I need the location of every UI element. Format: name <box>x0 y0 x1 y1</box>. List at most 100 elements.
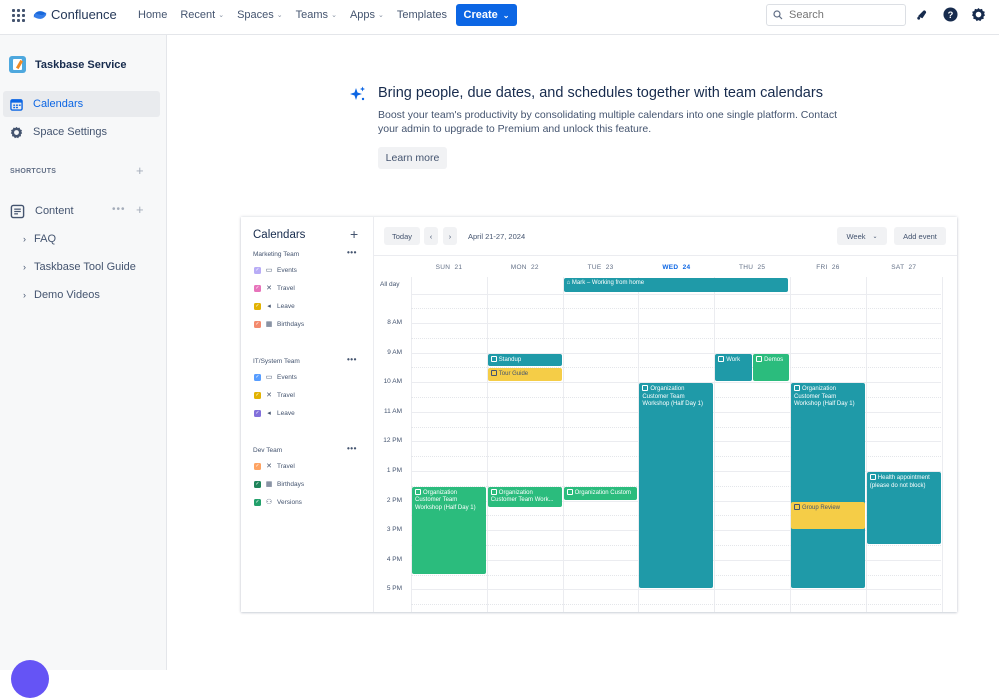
calendar-toggle-row[interactable]: ✓ ⚇ Versions <box>254 498 302 506</box>
space-logo-icon <box>9 56 26 73</box>
calendar-event[interactable]: Organization Customer Team Workshop (Hal… <box>639 383 714 589</box>
space-sidebar: Taskbase Service Calendars Space Setting… <box>0 35 167 670</box>
calendar-checkbox[interactable]: ✓ <box>254 302 261 310</box>
time-label: 9 AM <box>387 348 402 356</box>
calendar-toggle-row[interactable]: ✓ ✕ Travel <box>254 391 295 399</box>
settings-gear-icon[interactable] <box>970 6 986 22</box>
calendar-event[interactable]: Health appointment (please do not block) <box>866 472 941 544</box>
event-title: Organization Customer Team Work... <box>490 489 554 504</box>
view-select[interactable]: Week ⌄ <box>837 227 887 245</box>
calendar-checkbox[interactable]: ✓ <box>254 266 261 274</box>
day-column-divider <box>865 277 867 612</box>
search-input[interactable] <box>789 9 899 21</box>
chevron-right-icon[interactable]: › <box>23 262 26 272</box>
event-title: Organization Customer Team Workshop (Hal… <box>642 386 703 408</box>
day-column-divider <box>941 277 943 612</box>
calendar-grid[interactable]: ⌂ Mark – Working from home Standup Tour Gu… <box>411 277 943 612</box>
calendar-event[interactable]: Standup <box>487 353 562 367</box>
time-label: 4 PM <box>386 555 402 563</box>
calendar-toggle-row[interactable]: ✓ ▭ Events <box>254 373 297 381</box>
chevron-down-icon: ⌄ <box>331 12 337 19</box>
day-header[interactable]: TUE 23 <box>563 264 639 271</box>
calendar-toggle-row[interactable]: ✓ ▦ Birthdays <box>254 320 304 328</box>
nav-item-label: Home <box>138 9 168 21</box>
calendar-checkbox[interactable]: ✓ <box>254 373 261 381</box>
day-header[interactable]: SAT 27 <box>866 264 942 271</box>
day-header[interactable]: MON 22 <box>487 264 563 271</box>
confluence-logo[interactable]: Confluence <box>33 7 117 22</box>
event-title: Organization Custom <box>574 489 631 496</box>
add-calendar-plus-icon[interactable]: + <box>350 226 358 242</box>
event-calendar-icon <box>490 355 497 362</box>
calendar-checkbox[interactable]: ✓ <box>254 462 261 470</box>
tree-item-faq[interactable]: › FAQ <box>23 233 56 245</box>
content-page-icon <box>10 204 25 218</box>
nav-item-teams[interactable]: Teams ⌄ <box>296 9 337 21</box>
floating-help-avatar[interactable] <box>11 660 49 698</box>
calendar-toggle-row[interactable]: ✓ ✕ Travel <box>254 462 295 470</box>
more-options-icon[interactable]: ••• <box>112 204 126 215</box>
calendar-event[interactable]: Organization Custom <box>563 486 638 500</box>
event-title: Demos <box>764 356 784 363</box>
group-more-options-icon[interactable]: ••• <box>347 355 357 364</box>
calendar-event[interactable]: Organization Customer Team Workshop (Hal… <box>412 486 486 574</box>
chevron-down-icon: ⌄ <box>378 12 384 19</box>
tree-item-taskbase-tool-guide[interactable]: › Taskbase Tool Guide <box>23 261 136 273</box>
gear-icon <box>10 126 23 138</box>
day-header[interactable]: FRI 26 <box>790 264 866 271</box>
previous-week-button[interactable]: ‹ <box>424 227 438 245</box>
calendar-event[interactable]: Work <box>715 353 753 382</box>
hour-line <box>411 323 941 324</box>
create-button[interactable]: Create ⌄ <box>456 4 517 26</box>
day-header[interactable]: THU 25 <box>714 264 790 271</box>
notifications-bell-icon[interactable] <box>913 6 929 22</box>
calendar-event[interactable]: Demos <box>753 353 789 382</box>
chevron-right-icon[interactable]: › <box>23 234 26 244</box>
calendar-checkbox[interactable]: ✓ <box>254 320 261 328</box>
calendar-event[interactable]: Organization Customer Team Work... <box>487 486 562 507</box>
learn-more-button[interactable]: Learn more <box>378 147 447 169</box>
add-content-plus-icon[interactable]: + <box>136 202 144 217</box>
time-label: 5 PM <box>386 585 402 593</box>
day-header[interactable]: WED 24 <box>638 264 714 271</box>
nav-item-recent[interactable]: Recent ⌄ <box>180 9 224 21</box>
calendar-event[interactable]: Organization Customer Team Workshop (Hal… <box>791 383 865 589</box>
event-title: Standup <box>498 356 522 363</box>
calendar-name: Events <box>277 373 297 381</box>
sidebar-item-calendars[interactable]: Calendars <box>3 91 160 117</box>
calendar-toggle-row[interactable]: ✓ ◂ Leave <box>254 302 295 310</box>
calendar-event[interactable]: Group Review <box>791 501 865 530</box>
group-more-options-icon[interactable]: ••• <box>347 248 357 257</box>
calendar-event[interactable]: Tour Guide <box>487 368 562 382</box>
nav-item-templates[interactable]: Templates <box>397 9 447 21</box>
calendar-toggle-row[interactable]: ✓ ▭ Events <box>254 266 297 274</box>
search-box[interactable] <box>766 4 906 26</box>
calendar-checkbox[interactable]: ✓ <box>254 480 261 488</box>
space-header[interactable]: Taskbase Service <box>9 56 127 73</box>
add-shortcut-plus-icon[interactable]: + <box>136 163 144 178</box>
nav-item-home[interactable]: Home <box>138 9 167 21</box>
today-button[interactable]: Today <box>384 227 420 245</box>
sidebar-item-space-settings[interactable]: Space Settings <box>3 119 160 145</box>
calendar-name: Travel <box>277 284 295 292</box>
calendar-checkbox[interactable]: ✓ <box>254 409 261 417</box>
day-header[interactable]: SUN 21 <box>411 264 487 271</box>
next-week-button[interactable]: › <box>443 227 457 245</box>
chevron-down-icon: ⌄ <box>872 233 878 240</box>
calendar-checkbox[interactable]: ✓ <box>254 498 261 506</box>
nav-item-spaces[interactable]: Spaces ⌄ <box>237 9 283 21</box>
all-day-event[interactable]: ⌂ Mark – Working from home <box>563 278 789 292</box>
chevron-right-icon[interactable]: › <box>23 290 26 300</box>
calendar-toggle-row[interactable]: ✓ ✕ Travel <box>254 284 295 292</box>
calendar-checkbox[interactable]: ✓ <box>254 284 261 292</box>
group-more-options-icon[interactable]: ••• <box>347 444 357 453</box>
tree-item-demo-videos[interactable]: › Demo Videos <box>23 289 100 301</box>
app-switcher-icon[interactable] <box>12 9 25 22</box>
add-event-button[interactable]: Add event <box>894 227 946 245</box>
calendar-toggle-row[interactable]: ✓ ▦ Birthdays <box>254 480 304 488</box>
sidebar-item-label: Content <box>35 205 74 217</box>
calendar-toggle-row[interactable]: ✓ ◂ Leave <box>254 409 295 417</box>
calendar-checkbox[interactable]: ✓ <box>254 391 261 399</box>
help-icon[interactable]: ? <box>942 6 958 22</box>
nav-item-apps[interactable]: Apps ⌄ <box>350 9 384 21</box>
